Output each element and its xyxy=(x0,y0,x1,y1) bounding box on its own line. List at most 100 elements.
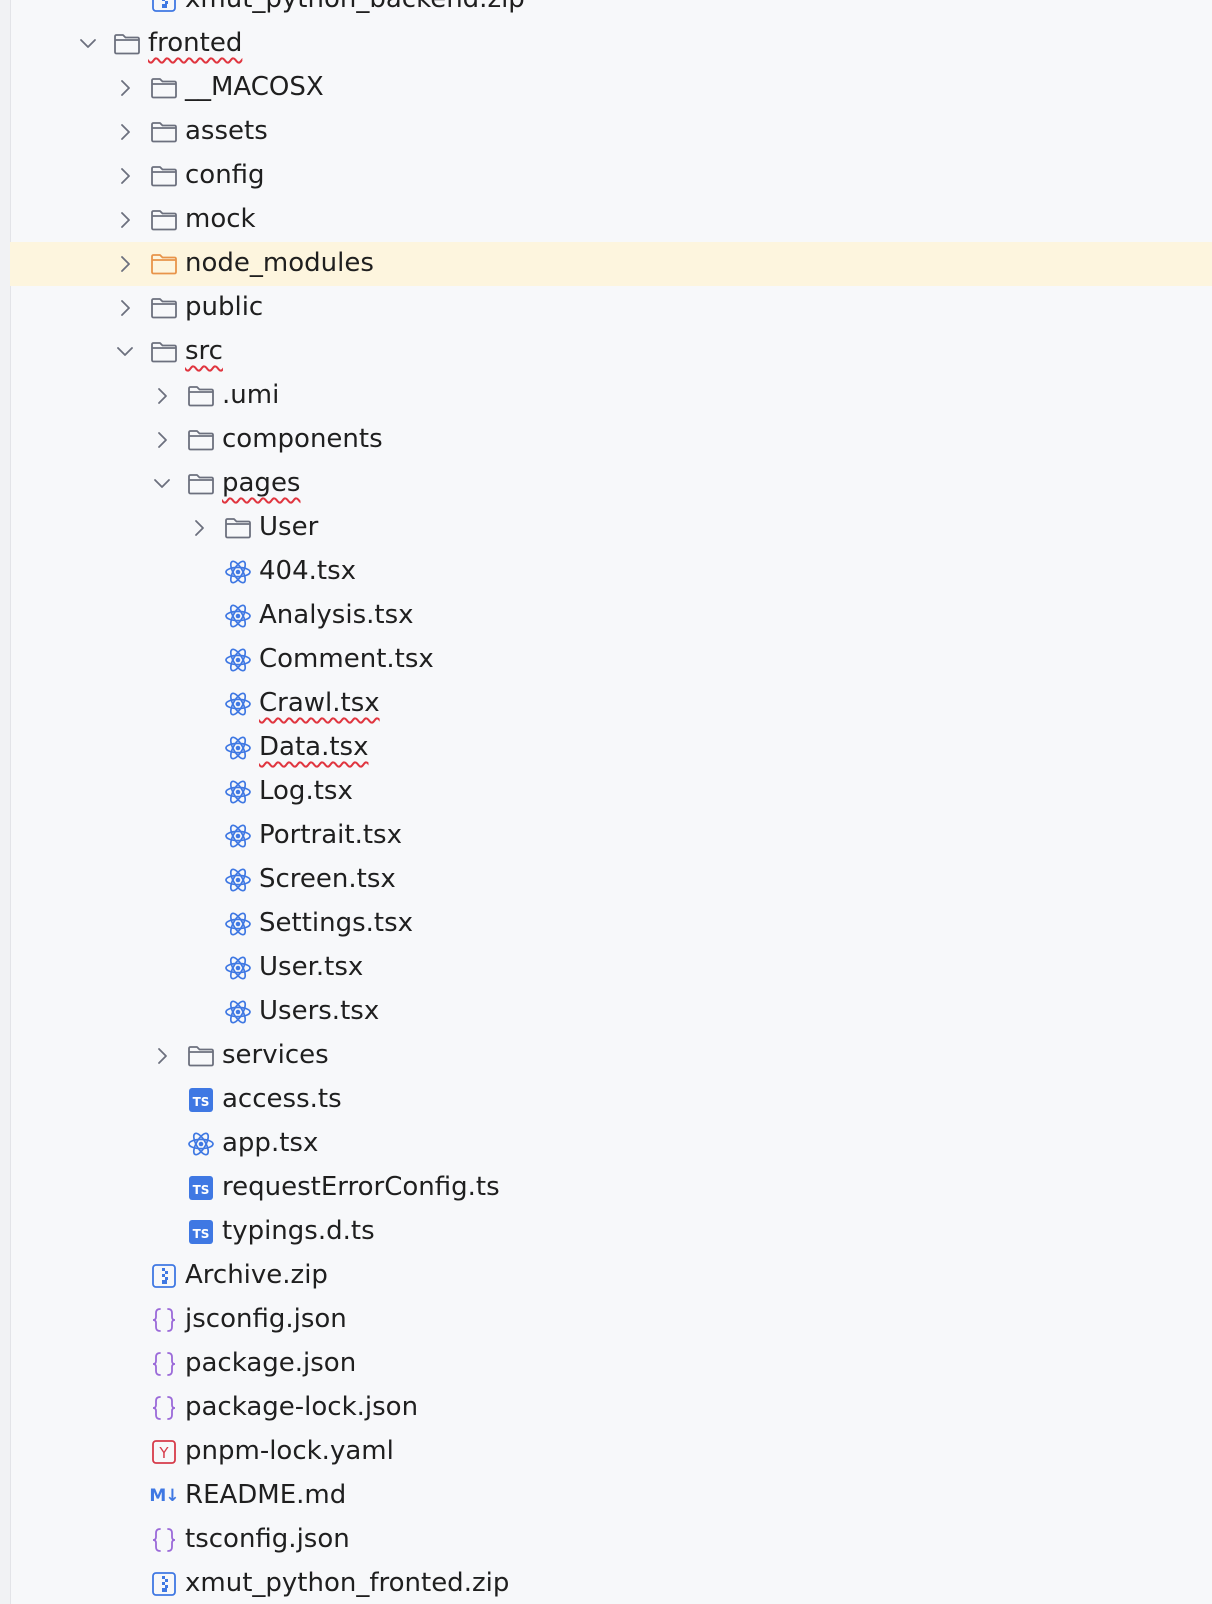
tree-item-label: pages xyxy=(222,468,301,498)
folder-icon xyxy=(149,161,179,191)
tree-item-access-ts[interactable]: TS access.ts xyxy=(10,1078,1212,1122)
tree-item-archive-zip[interactable]: Archive.zip xyxy=(10,1254,1212,1298)
chevron-down-icon[interactable] xyxy=(78,34,98,54)
tree-item-config[interactable]: config xyxy=(10,154,1212,198)
chevron-right-icon[interactable] xyxy=(115,166,135,186)
tree-item-xmut-python-backend-zip[interactable]: xmut_python_backend.zip xyxy=(10,0,1212,22)
tree-item-label: Crawl.tsx xyxy=(259,688,380,718)
chevron-right-icon[interactable] xyxy=(115,210,135,230)
tree-item-services[interactable]: services xyxy=(10,1034,1212,1078)
folder-icon xyxy=(149,293,179,323)
tree-item-label: Data.tsx xyxy=(259,732,369,762)
typescript-icon: TS xyxy=(186,1085,216,1115)
tree-item-app-tsx[interactable]: app.tsx xyxy=(10,1122,1212,1166)
json-icon xyxy=(149,1349,179,1379)
tree-item-label: __MACOSX xyxy=(185,72,324,102)
react-icon xyxy=(223,865,253,895)
tree-item-xmut-python-fronted-zip[interactable]: xmut_python_fronted.zip xyxy=(10,1562,1212,1604)
chevron-right-icon[interactable] xyxy=(115,254,135,274)
tree-item-label: User xyxy=(259,512,319,542)
folder-icon xyxy=(223,513,253,543)
tree-item-label: tsconfig.json xyxy=(185,1524,350,1554)
tree-item-node-modules[interactable]: node_modules xyxy=(10,242,1212,286)
svg-text:TS: TS xyxy=(193,1095,210,1109)
folder-icon xyxy=(112,29,142,59)
tree-item-requesterrorconfig-ts[interactable]: TS requestErrorConfig.ts xyxy=(10,1166,1212,1210)
react-icon xyxy=(223,733,253,763)
tree-item-label: Comment.tsx xyxy=(259,644,434,674)
react-icon xyxy=(223,821,253,851)
react-icon xyxy=(223,777,253,807)
tree-item-label: xmut_python_fronted.zip xyxy=(185,1568,510,1598)
tree-item-label: Log.tsx xyxy=(259,776,353,806)
tree-item-label: README.md xyxy=(185,1480,347,1510)
react-icon xyxy=(223,997,253,1027)
tree-item-mock[interactable]: mock xyxy=(10,198,1212,242)
tree-item-label: .umi xyxy=(222,380,280,410)
tree-item-components[interactable]: components xyxy=(10,418,1212,462)
react-icon xyxy=(223,601,253,631)
tree-item-label: Analysis.tsx xyxy=(259,600,414,630)
tree-item-label: typings.d.ts xyxy=(222,1216,375,1246)
tree-item-label: components xyxy=(222,424,383,454)
tree-item-fronted[interactable]: fronted xyxy=(10,22,1212,66)
chevron-down-icon[interactable] xyxy=(152,474,172,494)
folder-icon xyxy=(149,117,179,147)
tree-item-readme-md[interactable]: M↓ README.md xyxy=(10,1474,1212,1518)
tree-item-settings-tsx[interactable]: Settings.tsx xyxy=(10,902,1212,946)
tree-item-label: Settings.tsx xyxy=(259,908,414,938)
tree-item-crawl-tsx[interactable]: Crawl.tsx xyxy=(10,682,1212,726)
tree-item-typings-d-ts[interactable]: TS typings.d.ts xyxy=(10,1210,1212,1254)
chevron-right-icon[interactable] xyxy=(115,122,135,142)
json-icon xyxy=(149,1393,179,1423)
chevron-right-icon[interactable] xyxy=(115,78,135,98)
tree-item-users-tsx[interactable]: Users.tsx xyxy=(10,990,1212,1034)
tree-item-404-tsx[interactable]: 404.tsx xyxy=(10,550,1212,594)
chevron-right-icon[interactable] xyxy=(152,1046,172,1066)
yaml-icon: Y xyxy=(149,1437,179,1467)
chevron-right-icon[interactable] xyxy=(152,386,172,406)
tree-item-jsconfig-json[interactable]: jsconfig.json xyxy=(10,1298,1212,1342)
tree-item-pages[interactable]: pages xyxy=(10,462,1212,506)
folder-icon xyxy=(186,469,216,499)
archive-icon xyxy=(149,1569,179,1599)
tree-item-screen-tsx[interactable]: Screen.tsx xyxy=(10,858,1212,902)
archive-icon xyxy=(149,1261,179,1291)
chevron-right-icon[interactable] xyxy=(152,430,172,450)
folder-icon xyxy=(186,425,216,455)
tree-item-pnpm-lock-yaml[interactable]: Ypnpm-lock.yaml xyxy=(10,1430,1212,1474)
tree-item-user-tsx[interactable]: User.tsx xyxy=(10,946,1212,990)
tree-item-label: mock xyxy=(185,204,256,234)
tree-item-umi[interactable]: .umi xyxy=(10,374,1212,418)
chevron-right-icon[interactable] xyxy=(115,298,135,318)
json-icon xyxy=(149,1305,179,1335)
tree-item-assets[interactable]: assets xyxy=(10,110,1212,154)
tree-item-public[interactable]: public xyxy=(10,286,1212,330)
tree-item-label: node_modules xyxy=(185,248,374,278)
tree-item-portrait-tsx[interactable]: Portrait.tsx xyxy=(10,814,1212,858)
tree-item-label: Portrait.tsx xyxy=(259,820,402,850)
react-icon xyxy=(223,953,253,983)
chevron-down-icon[interactable] xyxy=(115,342,135,362)
tree-item-package-json[interactable]: package.json xyxy=(10,1342,1212,1386)
svg-text:TS: TS xyxy=(193,1183,210,1197)
tree-item-analysis-tsx[interactable]: Analysis.tsx xyxy=(10,594,1212,638)
tree-item-label: User.tsx xyxy=(259,952,364,982)
tree-item-label: package-lock.json xyxy=(185,1392,419,1422)
markdown-badge: M↓ xyxy=(149,1486,179,1506)
folder-icon xyxy=(149,337,179,367)
folder-icon xyxy=(186,381,216,411)
react-icon xyxy=(223,645,253,675)
tree-item-macosx[interactable]: __MACOSX xyxy=(10,66,1212,110)
tree-item-tsconfig-json[interactable]: tsconfig.json xyxy=(10,1518,1212,1562)
tree-item-label: xmut_python_backend.zip xyxy=(185,0,525,14)
tree-item-src[interactable]: src xyxy=(10,330,1212,374)
tree-item-data-tsx[interactable]: Data.tsx xyxy=(10,726,1212,770)
tree-item-comment-tsx[interactable]: Comment.tsx xyxy=(10,638,1212,682)
tree-item-package-lock-json[interactable]: package-lock.json xyxy=(10,1386,1212,1430)
tree-item-log-tsx[interactable]: Log.tsx xyxy=(10,770,1212,814)
tree-item-label: access.ts xyxy=(222,1084,342,1114)
tree-item-user[interactable]: User xyxy=(10,506,1212,550)
chevron-right-icon[interactable] xyxy=(189,518,209,538)
folder-icon xyxy=(149,205,179,235)
